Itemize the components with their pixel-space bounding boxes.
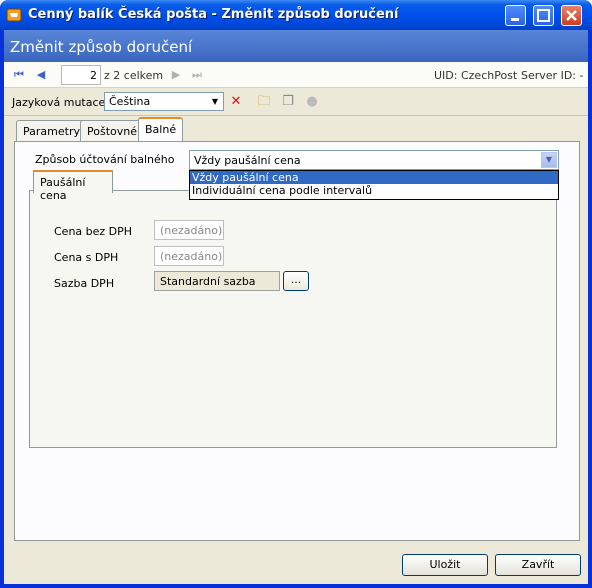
vat-rate-input[interactable]: Standardní sazba <box>154 271 280 291</box>
price-no-vat-input[interactable]: (nezadáno) <box>154 220 224 240</box>
uid-label: UID: CzechPost <box>434 69 518 82</box>
tab-parametry[interactable]: Parametry <box>16 120 87 141</box>
record-icon[interactable]: ● <box>304 94 320 110</box>
maximize-icon <box>537 9 550 22</box>
close-icon <box>566 10 577 21</box>
window-title: Cenný balík Česká pošta - Změnit způsob … <box>28 7 399 22</box>
application-window: Cenný balík Česká pošta - Změnit způsob … <box>0 0 592 588</box>
language-value: Čeština <box>109 95 151 108</box>
minimize-icon <box>511 18 519 21</box>
last-record-icon[interactable]: ⏭ <box>190 68 204 82</box>
chevron-down-icon[interactable]: ▼ <box>541 152 557 168</box>
title-bar[interactable]: Cenný balík Česká pošta - Změnit způsob … <box>0 0 592 30</box>
browse-vat-button[interactable]: ... <box>283 271 309 291</box>
tab-pausalni-cena[interactable]: Paušální cena <box>33 170 113 202</box>
server-id-label: Server ID: - <box>521 69 584 82</box>
price-vat-label: Cena s DPH <box>54 251 119 264</box>
delete-icon[interactable]: ✕ <box>228 94 244 110</box>
chevron-down-icon: ▼ <box>211 97 219 106</box>
tab-balne[interactable]: Balné <box>138 117 184 141</box>
dropdown-option[interactable]: Individuální cena podle intervalů <box>190 184 558 197</box>
price-vat-input[interactable]: (nezadáno) <box>154 246 224 266</box>
billing-method-label: Způsob účtování balného <box>35 153 175 166</box>
previous-record-icon[interactable]: ◀ <box>34 68 48 82</box>
vat-rate-label: Sazba DPH <box>54 277 115 290</box>
close-button[interactable]: Zavřít <box>495 554 581 576</box>
maximize-button[interactable] <box>533 5 554 26</box>
billing-method-value: Vždy paušální cena <box>194 154 301 167</box>
billing-method-select[interactable]: Vždy paušální cena ▼ <box>189 150 559 170</box>
page-input[interactable]: 2 <box>61 65 101 85</box>
form-title: Změnit způsob doručení <box>4 30 588 62</box>
shopping-cart-icon <box>6 8 22 22</box>
pausalni-cena-panel: Cena bez DPH (nezadáno) Cena s DPH (neza… <box>29 190 557 448</box>
tab-postovne[interactable]: Poštovné <box>80 120 144 141</box>
copy-icon[interactable]: ❐ <box>280 94 296 110</box>
language-select[interactable]: Čeština ▼ <box>104 92 224 111</box>
new-folder-icon[interactable]: 🗀 <box>256 94 272 110</box>
price-no-vat-label: Cena bez DPH <box>54 225 133 238</box>
billing-method-dropdown: Vždy paušální cena Individuální cena pod… <box>189 170 559 200</box>
window-client: Změnit způsob doručení ⏮ ◀ 2 z 2 celkem … <box>4 30 588 584</box>
record-navigator: ⏮ ◀ 2 z 2 celkem ▶ ⏭ UID: CzechPost Serv… <box>4 62 588 88</box>
balne-panel: Způsob účtování balného Vždy paušální ce… <box>14 141 580 541</box>
page-count: z 2 celkem <box>104 69 164 82</box>
next-record-icon[interactable]: ▶ <box>169 68 183 82</box>
minimize-button[interactable] <box>505 5 526 26</box>
first-record-icon[interactable]: ⏮ <box>12 68 26 82</box>
dropdown-option[interactable]: Vždy paušální cena <box>190 171 558 184</box>
language-toolbar: Jazyková mutace Čeština ▼ ✕ 🗀 ❐ ● <box>4 88 588 116</box>
save-button[interactable]: Uložit <box>402 554 488 576</box>
language-label: Jazyková mutace <box>12 96 106 109</box>
close-window-button[interactable] <box>561 5 582 26</box>
